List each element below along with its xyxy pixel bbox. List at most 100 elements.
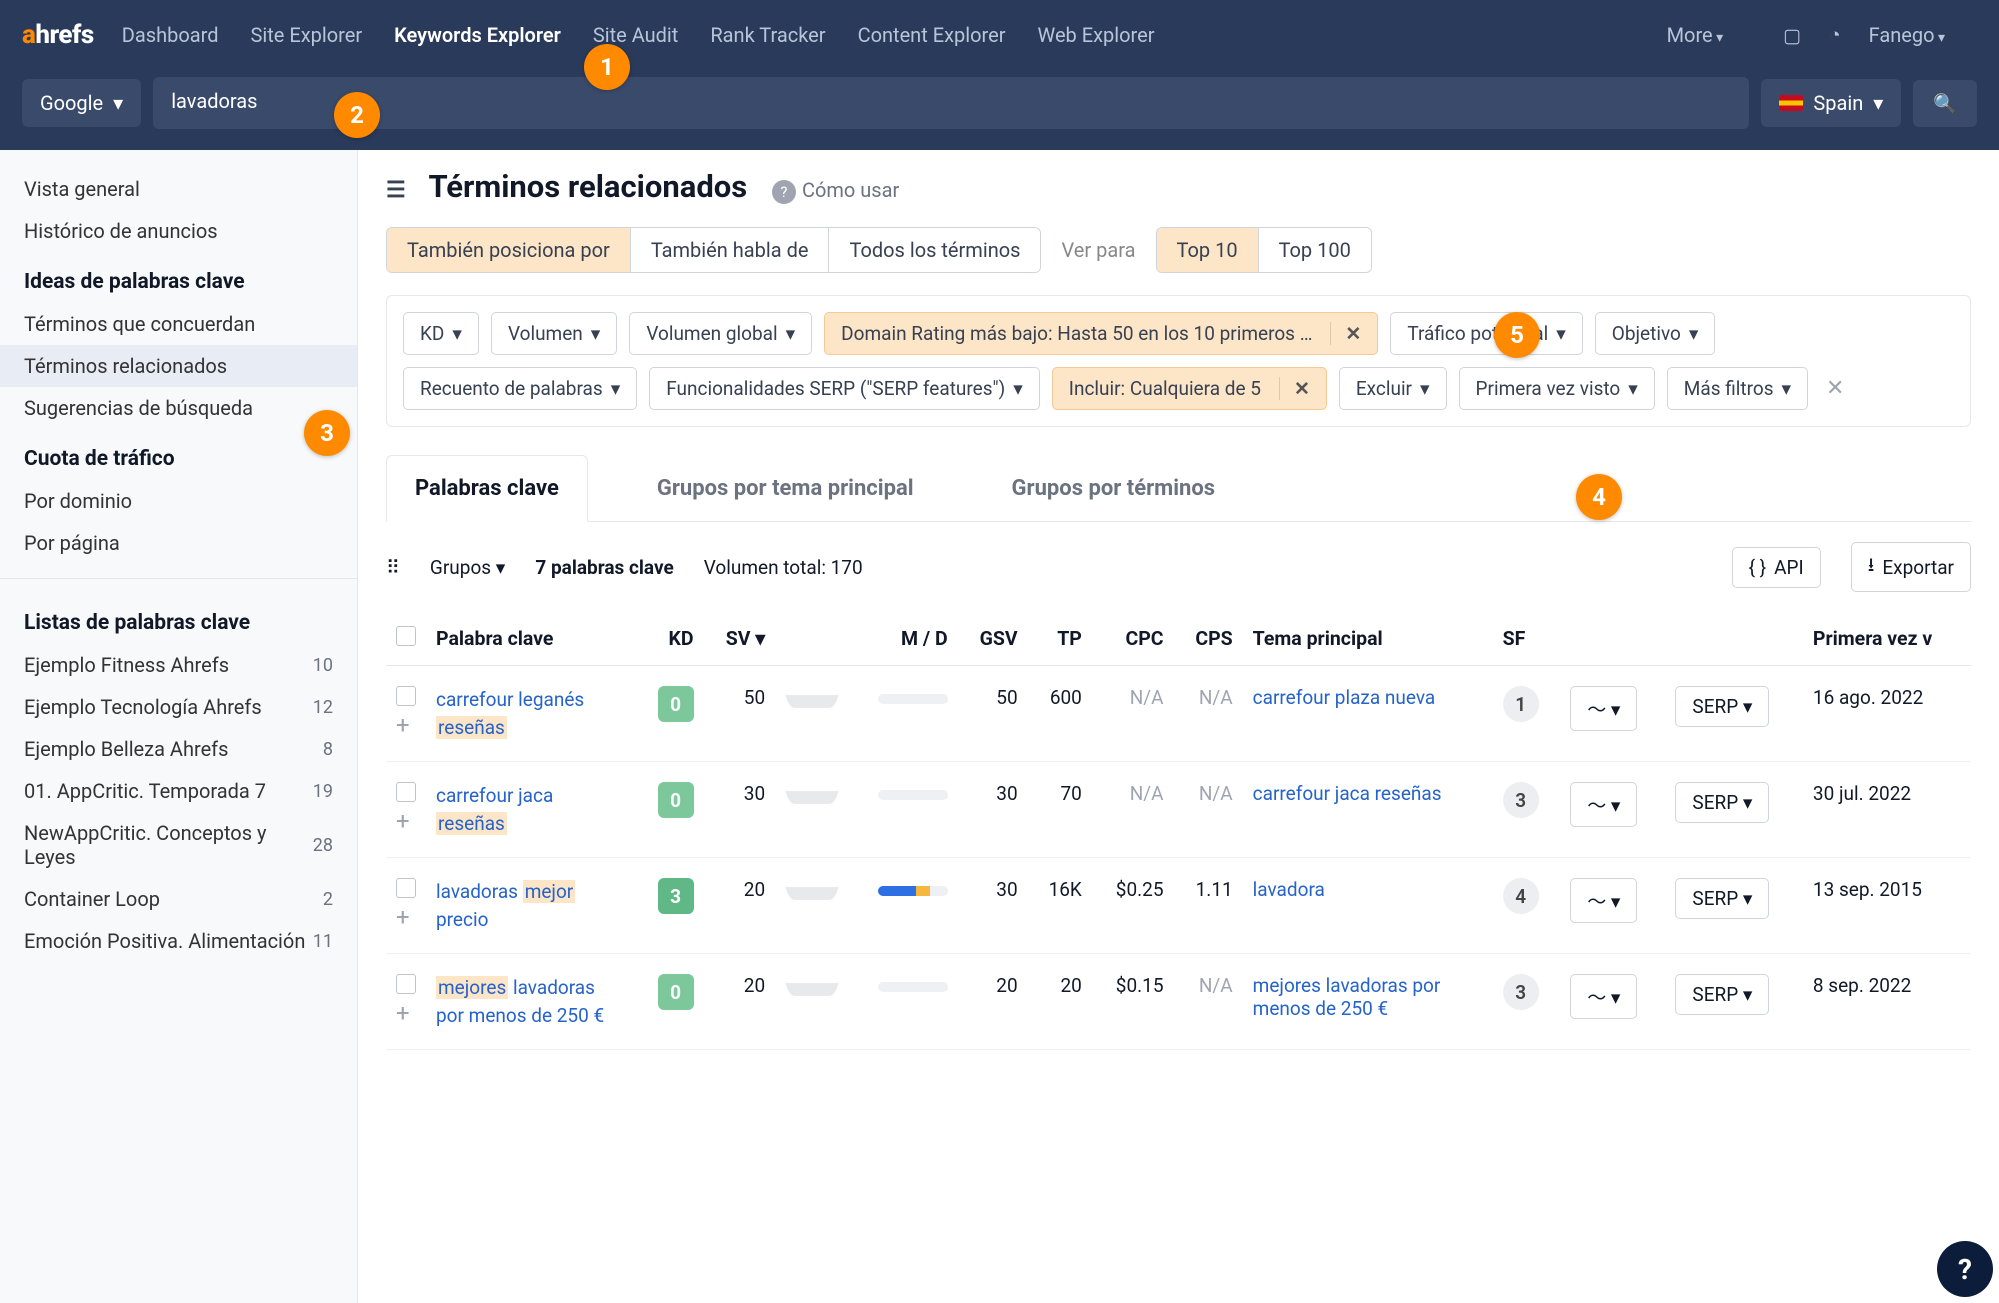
filter-include[interactable]: Incluir: Cualquiera de 5✕ <box>1052 367 1327 410</box>
search-engine-select[interactable]: Google▾ <box>22 79 141 127</box>
col-cpc[interactable]: CPC <box>1092 612 1174 666</box>
col-first-seen[interactable]: Primera vez v <box>1803 612 1971 666</box>
hamburger-icon[interactable]: ☰ <box>386 178 406 203</box>
callout-5: 5 <box>1494 312 1540 358</box>
subtab-topic-clusters[interactable]: Grupos por tema principal <box>628 455 943 521</box>
keyword-link[interactable]: mejores lavadoras por menos de 250 € <box>436 976 604 1027</box>
serp-button[interactable]: SERP ▾ <box>1675 782 1769 823</box>
trend-button[interactable]: 〜 ▾ <box>1570 974 1637 1019</box>
country-select[interactable]: Spain▾ <box>1761 79 1901 127</box>
sidebar-list-item[interactable]: Ejemplo Tecnología Ahrefs12 <box>0 686 357 728</box>
col-sv[interactable]: SV ▾ <box>704 612 776 666</box>
chevron-down-icon: ▾ <box>1873 91 1883 115</box>
filter-dr[interactable]: Domain Rating más bajo: Hasta 50 en los … <box>824 312 1378 355</box>
groups-icon[interactable]: ⠿ <box>386 556 400 579</box>
theme-link[interactable]: mejores lavadoras por menos de 250 € <box>1253 974 1483 1020</box>
col-keyword[interactable]: Palabra clave <box>426 612 636 666</box>
close-icon[interactable]: ✕ <box>1279 377 1310 400</box>
serp-button[interactable]: SERP ▾ <box>1675 686 1769 727</box>
keyword-input[interactable]: lavadoras <box>153 77 1749 129</box>
search-button[interactable]: 🔍 <box>1913 80 1977 127</box>
serp-button[interactable]: SERP ▾ <box>1675 974 1769 1015</box>
nav-keywords-explorer[interactable]: Keywords Explorer <box>394 23 561 47</box>
sidebar-item-search-suggestions[interactable]: Sugerencias de búsqueda <box>0 387 357 429</box>
sidebar-list-item[interactable]: Emoción Positiva. Alimentación11 <box>0 920 357 962</box>
expand-icon[interactable]: + <box>396 903 410 931</box>
row-checkbox[interactable] <box>396 878 416 898</box>
select-all-checkbox[interactable] <box>396 626 416 646</box>
sidebar-list-item[interactable]: 01. AppCritic. Temporada 719 <box>0 770 357 812</box>
top-10[interactable]: Top 10 <box>1157 228 1258 272</box>
sidebar-item-by-page[interactable]: Por página <box>0 522 357 564</box>
trend-button[interactable]: 〜 ▾ <box>1570 878 1637 923</box>
keyword-link[interactable]: lavadoras mejor precio <box>436 880 575 931</box>
col-theme[interactable]: Tema principal <box>1243 612 1493 666</box>
groups-dropdown[interactable]: Grupos ▾ <box>430 556 505 579</box>
filter-word-count[interactable]: Recuento de palabras ▾ <box>403 367 637 410</box>
sidebar-list-item[interactable]: Ejemplo Belleza Ahrefs8 <box>0 728 357 770</box>
filter-kd[interactable]: KD ▾ <box>403 312 479 355</box>
col-sf[interactable]: SF <box>1493 612 1561 666</box>
sv-cell: 20 <box>704 858 776 954</box>
expand-icon[interactable]: + <box>396 807 410 835</box>
theme-link[interactable]: lavadora <box>1253 878 1483 901</box>
nav-more[interactable]: More <box>1667 23 1724 47</box>
subtab-term-clusters[interactable]: Grupos por términos <box>983 455 1245 521</box>
col-kd[interactable]: KD <box>636 612 704 666</box>
nav-web-explorer[interactable]: Web Explorer <box>1038 23 1155 47</box>
sidebar-list-item[interactable]: Container Loop2 <box>0 878 357 920</box>
sidebar-list-item[interactable]: Ejemplo Fitness Ahrefs10 <box>0 644 357 686</box>
nav-dashboard[interactable]: Dashboard <box>122 23 219 47</box>
row-checkbox[interactable] <box>396 686 416 706</box>
filter-volume[interactable]: Volumen ▾ <box>491 312 617 355</box>
top-100[interactable]: Top 100 <box>1258 228 1371 272</box>
col-md[interactable]: M / D <box>849 612 958 666</box>
expand-icon[interactable]: + <box>396 711 410 739</box>
trend-button[interactable]: 〜 ▾ <box>1570 782 1637 827</box>
how-to-use[interactable]: ?Cómo usar <box>772 178 899 202</box>
nav-rank-tracker[interactable]: Rank Tracker <box>710 23 825 47</box>
filter-global-volume[interactable]: Volumen global ▾ <box>629 312 812 355</box>
user-menu[interactable]: Fanego <box>1869 23 1945 47</box>
match-tab-also-talks[interactable]: También habla de <box>630 228 829 272</box>
sidebar-list-item[interactable]: NewAppCritic. Conceptos y Leyes28 <box>0 812 357 878</box>
col-cps[interactable]: CPS <box>1174 612 1243 666</box>
keyword-link[interactable]: carrefour jaca reseñas <box>436 784 553 835</box>
row-checkbox[interactable] <box>396 974 416 994</box>
keyword-link[interactable]: carrefour leganés reseñas <box>436 688 584 739</box>
filter-traffic-potential[interactable]: Tráfico potencial ▾ <box>1390 312 1582 355</box>
api-button[interactable]: { }API <box>1732 547 1821 588</box>
col-gsv[interactable]: GSV <box>958 612 1028 666</box>
top-nav: ahrefs Dashboard Site Explorer Keywords … <box>0 0 1999 70</box>
export-button[interactable]: ⭳Exportar <box>1851 542 1971 592</box>
match-tab-all-terms[interactable]: Todos los términos <box>828 228 1040 272</box>
sidebar-item-matching-terms[interactable]: Términos que concuerdan <box>0 303 357 345</box>
nav-content-explorer[interactable]: Content Explorer <box>858 23 1006 47</box>
close-icon[interactable]: ✕ <box>1330 322 1361 345</box>
clear-filters[interactable]: ✕ <box>1820 376 1850 401</box>
expand-icon[interactable]: + <box>396 999 410 1027</box>
display-toggle-icon[interactable]: ▢ <box>1783 24 1801 47</box>
sidebar-item-overview[interactable]: Vista general <box>0 168 357 210</box>
filter-more[interactable]: Más filtros ▾ <box>1667 367 1808 410</box>
activity-icon[interactable]: ◔ <box>1829 23 1840 47</box>
row-checkbox[interactable] <box>396 782 416 802</box>
sidebar-item-by-domain[interactable]: Por dominio <box>0 480 357 522</box>
filter-serp-features[interactable]: Funcionalidades SERP ("SERP features") ▾ <box>649 367 1040 410</box>
subtab-keywords[interactable]: Palabras clave <box>386 455 588 522</box>
sidebar-item-related-terms[interactable]: Términos relacionados <box>0 345 357 387</box>
sidebar-item-ads-history[interactable]: Histórico de anuncios <box>0 210 357 252</box>
tp-cell: 20 <box>1028 954 1092 1050</box>
logo[interactable]: ahrefs <box>22 20 94 50</box>
help-fab[interactable]: ? <box>1937 1241 1993 1297</box>
filter-first-seen[interactable]: Primera vez visto ▾ <box>1459 367 1655 410</box>
serp-button[interactable]: SERP ▾ <box>1675 878 1769 919</box>
theme-link[interactable]: carrefour plaza nueva <box>1253 686 1483 709</box>
trend-button[interactable]: 〜 ▾ <box>1570 686 1637 731</box>
nav-site-explorer[interactable]: Site Explorer <box>250 23 362 47</box>
filter-objective[interactable]: Objetivo ▾ <box>1595 312 1716 355</box>
filter-exclude[interactable]: Excluir ▾ <box>1339 367 1447 410</box>
match-tab-also-ranks[interactable]: También posiciona por <box>387 228 630 272</box>
col-tp[interactable]: TP <box>1028 612 1092 666</box>
theme-link[interactable]: carrefour jaca reseñas <box>1253 782 1483 805</box>
